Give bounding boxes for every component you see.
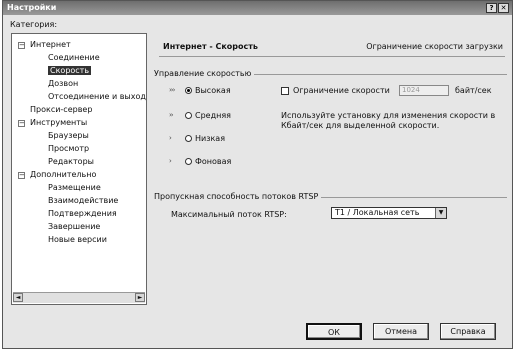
dropdown-arrow-icon[interactable]: ▼ — [435, 208, 446, 218]
tree-item[interactable]: Дозвон — [48, 79, 78, 88]
speed-low-chevron-icon: › — [169, 134, 172, 142]
panel-description: Ограничение скорости загрузки — [366, 42, 503, 51]
speed-background-label: Фоновая — [195, 157, 232, 166]
help-title-button[interactable]: ? — [486, 3, 497, 13]
speed-high-chevron-icon: ››› — [169, 86, 175, 94]
rtsp-max-stream-select[interactable]: T1 / Локальная сеть ▼ — [331, 207, 447, 219]
speed-group-label: Управление скоростью — [154, 69, 255, 78]
speed-medium-radio[interactable] — [185, 112, 192, 119]
speed-medium-chevron-icon: ›› — [169, 111, 174, 119]
speed-limit-input[interactable]: 1024 — [399, 85, 449, 96]
tree-item[interactable]: Прокси-сервер — [30, 105, 92, 114]
ok-button[interactable]: ОК — [306, 323, 362, 340]
settings-dialog: Настройки ? ✕ Категория: ◄ ► − Интернет Со… — [2, 0, 513, 349]
tree-item[interactable]: Инструменты — [30, 118, 87, 127]
tree-expander-icon[interactable]: − — [18, 172, 25, 179]
title-bar[interactable]: Настройки ? ✕ — [3, 1, 512, 15]
tree-item[interactable]: Скорость — [48, 66, 92, 75]
tree-item[interactable]: Новые версии — [48, 235, 107, 244]
help-button[interactable]: Справка — [440, 323, 496, 340]
tree-item[interactable]: Дополнительно — [30, 170, 96, 179]
tree-item[interactable]: Просмотр — [48, 144, 89, 153]
speed-limit-checkbox[interactable] — [281, 87, 289, 95]
window-title: Настройки — [7, 3, 57, 12]
scroll-left-arrow-icon[interactable]: ◄ — [13, 293, 23, 302]
tree-item[interactable]: Соединение — [48, 53, 100, 62]
speed-high-label: Высокая — [195, 86, 231, 95]
tree-item[interactable]: Интернет — [30, 40, 71, 49]
speed-hint-line1: Используйте установку для изменения скор… — [281, 111, 496, 120]
tree-item[interactable]: Взаимодействие — [48, 196, 118, 205]
tree-expander-icon[interactable]: − — [18, 42, 25, 49]
rtsp-max-stream-value: T1 / Локальная сеть — [335, 208, 420, 217]
speed-limit-label: Ограничение скорости — [293, 86, 390, 95]
cancel-button[interactable]: Отмена — [373, 323, 429, 340]
tree-item[interactable]: Браузеры — [48, 131, 89, 140]
category-tree[interactable]: ◄ ► − Интернет Соединение Скорость Дозвон Отс… — [11, 33, 147, 305]
speed-hint-line2: Кбайт/сек для выделенной скорости. — [281, 121, 440, 130]
speed-background-chevron-icon: › — [169, 157, 172, 165]
panel-header: Интернет - Скорость Ограничение скорости… — [159, 39, 505, 57]
rtsp-group-label: Пропускная способность потоков RTSP — [154, 192, 322, 201]
tree-horizontal-scrollbar[interactable]: ◄ ► — [13, 292, 145, 303]
rtsp-max-stream-label: Максимальный поток RTSP: — [171, 210, 287, 219]
tree-item[interactable]: Завершение — [48, 222, 100, 231]
speed-low-radio[interactable] — [185, 135, 192, 142]
speed-limit-unit: байт/сек — [455, 86, 492, 95]
speed-low-label: Низкая — [195, 134, 226, 143]
scroll-right-arrow-icon[interactable]: ► — [135, 293, 145, 302]
speed-medium-label: Средняя — [195, 111, 231, 120]
close-button[interactable]: ✕ — [498, 3, 509, 13]
tree-expander-icon[interactable]: − — [18, 120, 25, 127]
tree-item[interactable]: Редакторы — [48, 157, 94, 166]
speed-high-radio[interactable] — [185, 87, 192, 94]
tree-item[interactable]: Размещение — [48, 183, 101, 192]
speed-background-radio[interactable] — [185, 158, 192, 165]
tree-item[interactable]: Подтверждения — [48, 209, 117, 218]
panel-title: Интернет - Скорость — [163, 42, 258, 51]
tree-item[interactable]: Отсоединение и выход — [48, 92, 146, 101]
category-label: Категория: — [10, 20, 58, 29]
